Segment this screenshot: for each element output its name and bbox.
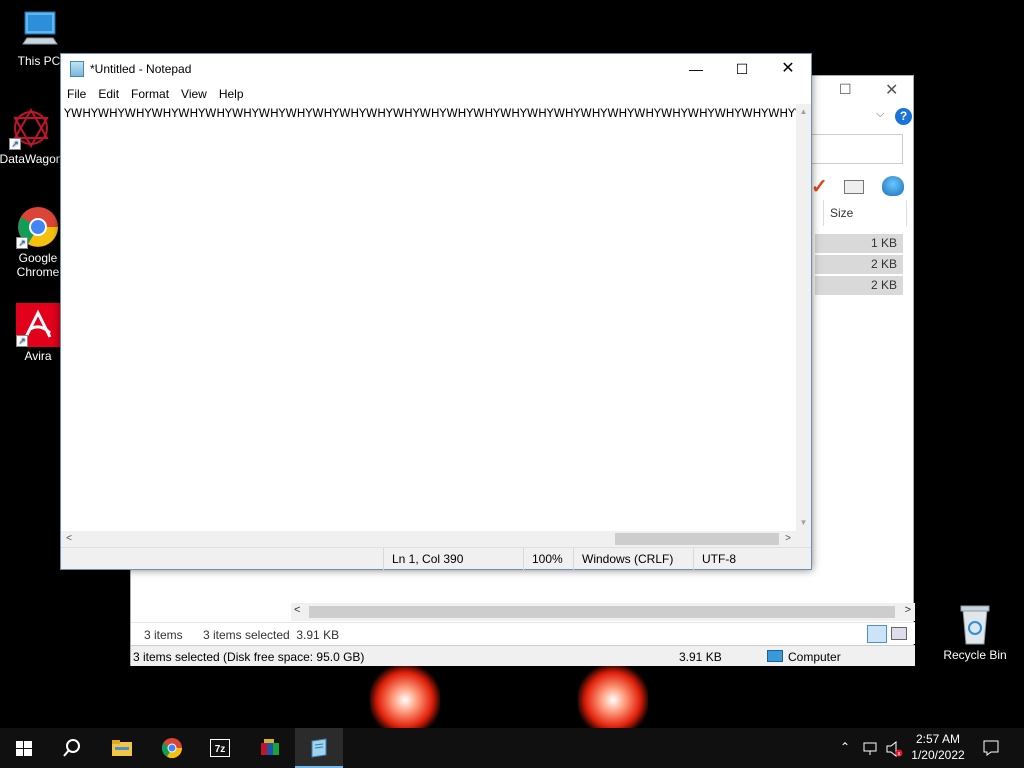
chrome-icon <box>161 738 183 759</box>
chrome-icon: ↗ <box>16 205 60 249</box>
status-selected: 3 items selected (Disk free space: 95.0 … <box>133 650 365 664</box>
horizontal-scrollbar[interactable]: < > <box>291 603 915 621</box>
notepad-window[interactable]: *Untitled - Notepad — ☐ ✕ File Edit Format… <box>60 53 812 570</box>
scroll-down-icon[interactable]: ▼ <box>796 515 811 531</box>
list-item-size[interactable]: 2 KB <box>815 276 903 295</box>
svg-text:7z: 7z <box>215 744 226 755</box>
recycle-bin-icon <box>953 602 997 646</box>
wallpaper-glow-right <box>578 665 648 735</box>
winrar-icon <box>261 739 279 755</box>
list-item-size[interactable]: 1 KB <box>815 234 903 253</box>
close-button[interactable]: ✕ <box>885 80 898 100</box>
search-icon <box>63 739 80 757</box>
scroll-right-icon[interactable]: > <box>780 531 796 547</box>
notepad-icon <box>311 738 327 758</box>
taskbar-7zip[interactable]: 7z <box>196 728 244 768</box>
shortcut-arrow-icon: ↗ <box>16 335 28 347</box>
taskbar-chrome[interactable] <box>148 728 196 768</box>
desktop-icon-datawagon[interactable]: ↗ DataWagon <box>0 106 68 166</box>
taskbar: 7z ⌃ x 2:57 AM 1/20/2022 <box>0 728 1024 768</box>
taskbar-notepad[interactable] <box>295 728 343 768</box>
menu-file[interactable]: File <box>61 84 92 102</box>
item-count: 3 items <box>144 628 183 642</box>
explorer-details-bar: 3 items selected (Disk free space: 95.0 … <box>131 645 915 666</box>
check-icon[interactable]: ✓ <box>811 174 828 199</box>
scrollbar-thumb[interactable] <box>615 533 779 545</box>
large-icons-view-icon[interactable] <box>891 627 907 640</box>
mail-icon[interactable] <box>844 180 864 194</box>
scroll-left-icon[interactable]: < <box>294 604 300 616</box>
shortcut-arrow-icon: ↗ <box>9 138 21 150</box>
menu-edit[interactable]: Edit <box>92 84 125 102</box>
this-pc-icon <box>17 8 61 52</box>
list-item-size[interactable]: 2 KB <box>815 255 903 274</box>
network-icon[interactable] <box>863 742 879 768</box>
scroll-left-icon[interactable]: < <box>61 531 77 547</box>
encoding: UTF-8 <box>693 548 811 570</box>
notepad-icon <box>70 61 84 77</box>
zoom-level: 100% <box>523 548 573 570</box>
taskbar-file-explorer[interactable] <box>98 728 146 768</box>
scroll-up-icon[interactable]: ▲ <box>796 104 811 120</box>
column-header-size[interactable]: Size <box>823 200 907 226</box>
status-size: 3.91 KB <box>679 650 722 664</box>
maximize-button[interactable]: ☐ <box>839 81 852 98</box>
menu-view[interactable]: View <box>175 84 213 102</box>
menu-help[interactable]: Help <box>213 84 250 102</box>
clock-date: 1/20/2022 <box>911 748 965 762</box>
scroll-right-icon[interactable]: > <box>905 604 911 616</box>
notification-icon[interactable] <box>982 739 1000 768</box>
details-view-icon[interactable] <box>867 625 887 643</box>
clock-time: 2:57 AM <box>915 732 961 746</box>
desktop-icon-label: DataWagon <box>0 152 63 166</box>
volume-muted-icon[interactable]: x <box>886 740 904 768</box>
search-box[interactable] <box>811 134 903 164</box>
editor-text: YWHYWHYWHYWHYWHYWHYWHYWHYWHYWHYWHYWHYWHY… <box>64 106 796 120</box>
chevron-up-icon[interactable]: ⌃ <box>840 740 850 768</box>
selected-info: 3 items selected 3.91 KB <box>203 628 340 642</box>
cursor-position: Ln 1, Col 390 <box>383 548 523 570</box>
shell-icon[interactable] <box>882 176 904 196</box>
avira-icon: ↗ <box>16 303 60 347</box>
window-title: *Untitled - Notepad <box>90 62 192 76</box>
minimize-button[interactable]: — <box>673 54 719 84</box>
line-ending: Windows (CRLF) <box>573 548 693 570</box>
search-button[interactable] <box>48 728 96 768</box>
vertical-scrollbar[interactable]: ▲ ▼ <box>796 104 811 531</box>
shortcut-arrow-icon: ↗ <box>16 237 28 249</box>
horizontal-scrollbar[interactable]: < > <box>61 531 796 547</box>
start-button[interactable] <box>0 728 48 768</box>
taskbar-winrar[interactable] <box>246 728 294 768</box>
desktop-icon-recycle-bin[interactable]: Recycle Bin <box>938 602 1012 662</box>
7zip-icon: 7z <box>210 739 230 757</box>
status-bar: Ln 1, Col 390 100% Windows (CRLF) UTF-8 <box>61 547 811 570</box>
clock[interactable]: 2:57 AM 1/20/2022 <box>905 731 971 763</box>
computer-icon <box>767 650 783 662</box>
size-grip-icon[interactable] <box>796 531 811 547</box>
close-button[interactable]: ✕ <box>765 54 811 84</box>
desktop-icon-label: Recycle Bin <box>943 648 1007 662</box>
datawagon-icon: ↗ <box>9 106 53 150</box>
maximize-button[interactable]: ☐ <box>719 54 765 84</box>
title-bar[interactable]: *Untitled - Notepad — ☐ ✕ <box>61 54 811 84</box>
menu-format[interactable]: Format <box>125 84 175 102</box>
explorer-status-bar: 3 items 3 items selected 3.91 KB <box>131 622 915 644</box>
status-location: Computer <box>788 650 841 664</box>
file-explorer-icon <box>112 740 132 756</box>
start-icon <box>16 741 32 756</box>
help-icon[interactable]: ? <box>895 108 912 125</box>
svg-text:x: x <box>898 752 901 758</box>
menu-bar: File Edit Format View Help <box>61 84 811 104</box>
scrollbar-thumb[interactable] <box>309 606 895 618</box>
text-editor[interactable]: YWHYWHYWHYWHYWHYWHYWHYWHYWHYWHYWHYWHYWHY… <box>61 104 796 531</box>
wallpaper-glow-left <box>370 665 440 735</box>
chevron-down-icon[interactable]: ⌵ <box>876 108 884 121</box>
